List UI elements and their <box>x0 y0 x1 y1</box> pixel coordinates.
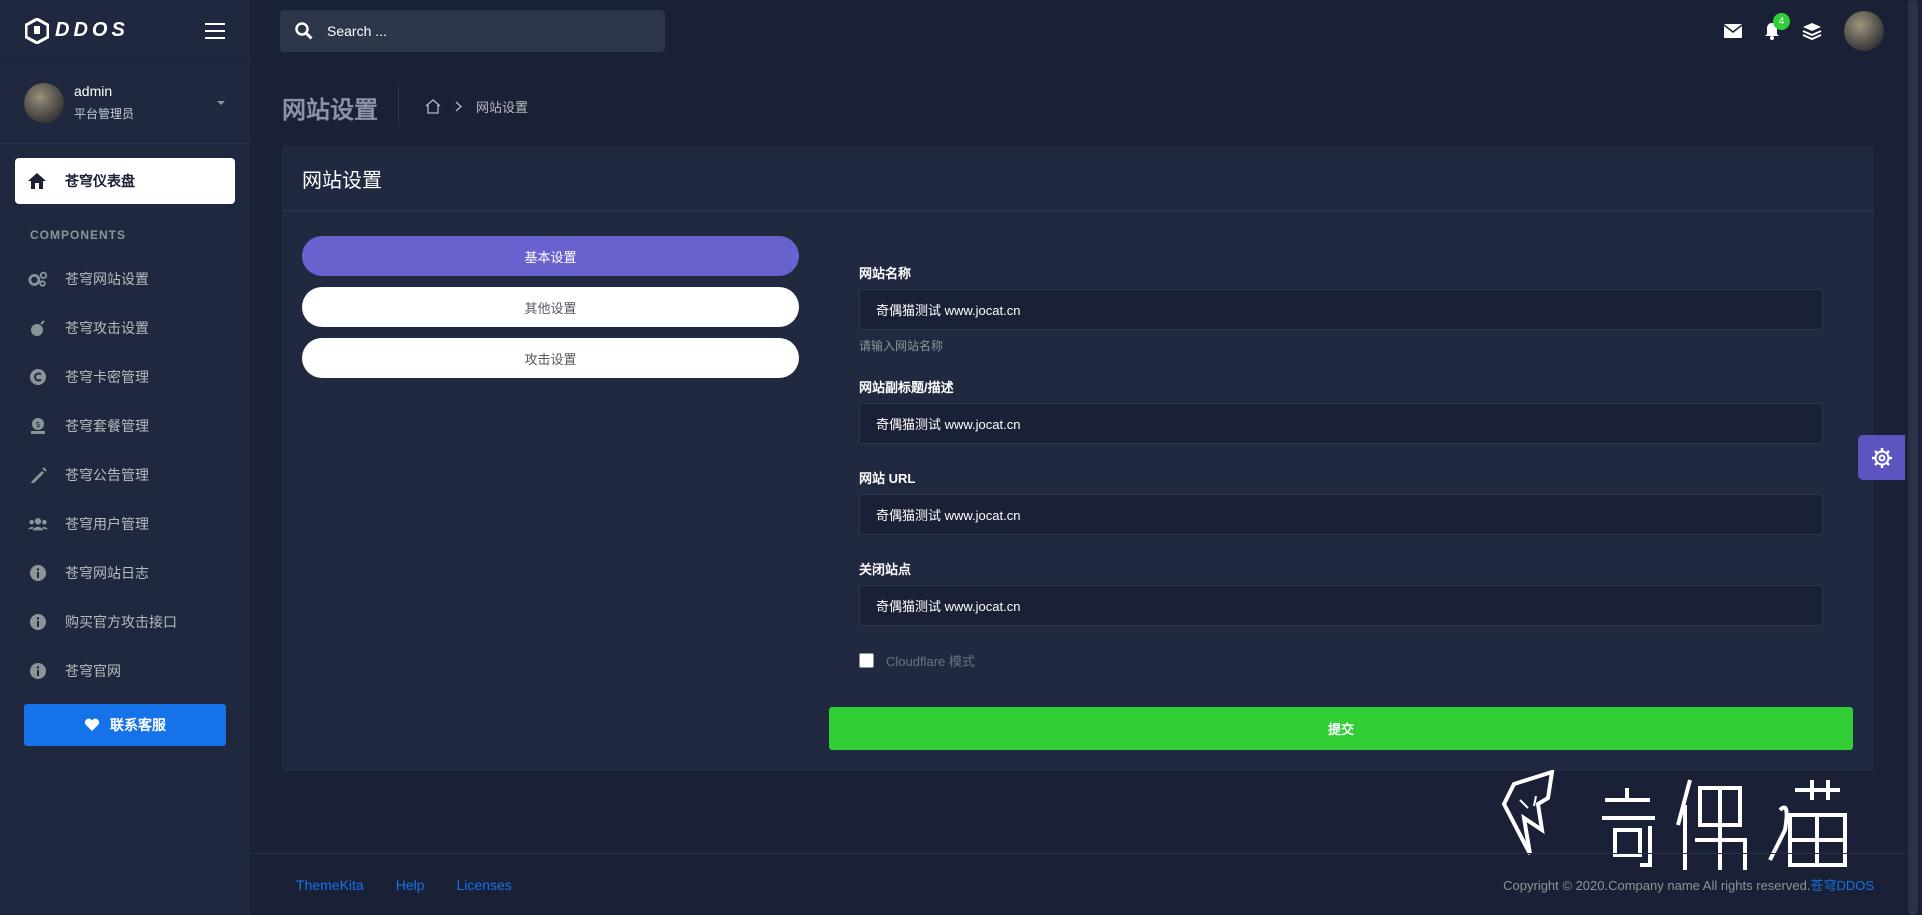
envelope-icon[interactable] <box>1724 24 1742 38</box>
sidebar-item-label: 苍穹网站设置 <box>65 270 149 287</box>
user-name: admin <box>74 83 113 99</box>
settings-card: 网站设置 基本设置 其他设置 攻击设置 网站名称 请输入网站名称 网站副标题/描… <box>282 146 1874 771</box>
settings-gear-icon[interactable] <box>1858 435 1905 480</box>
info-icon <box>28 613 48 631</box>
sidebar-item-label: 苍穹网站日志 <box>65 564 149 581</box>
copyright-label: Copyright © 2020.Company name All rights… <box>1503 878 1811 893</box>
close-site-input[interactable] <box>859 585 1823 626</box>
chevron-right-icon <box>455 101 462 112</box>
sidebar-item-label: 购买官方攻击接口 <box>65 613 177 630</box>
sidebar-item-users[interactable]: 苍穹用户管理 <box>0 499 250 548</box>
card-title: 网站设置 <box>282 146 1874 211</box>
logo-text: DDOS <box>55 19 129 41</box>
copyright-text: Copyright © 2020.Company name All rights… <box>1503 875 1874 894</box>
users-icon <box>28 516 48 532</box>
home-icon[interactable] <box>425 99 441 114</box>
hamburger-menu-icon[interactable] <box>205 22 225 39</box>
page-title: 网站设置 <box>282 97 378 124</box>
sidebar-item-label: 苍穹攻击设置 <box>65 319 149 336</box>
sidebar-item-label: 苍穹用户管理 <box>65 515 149 532</box>
breadcrumb-current: 网站设置 <box>476 100 529 115</box>
sidebar-item-buy-api[interactable]: 购买官方攻击接口 <box>0 597 250 646</box>
avatar[interactable] <box>1844 11 1884 51</box>
sidebar-item-label: 苍穹公告管理 <box>65 466 149 483</box>
info-icon <box>28 564 48 582</box>
cloudflare-mode-label: Cloudflare 模式 <box>886 654 975 669</box>
notification-badge: 4 <box>1773 13 1790 30</box>
layers-icon[interactable] <box>1802 22 1822 40</box>
bomb-icon <box>28 319 48 337</box>
submit-button[interactable]: 提交 <box>829 707 1853 750</box>
search-input[interactable]: Search ... <box>327 23 387 39</box>
site-subtitle-input[interactable] <box>859 403 1823 444</box>
close-site-label: 关闭站点 <box>859 562 912 577</box>
caret-down-icon[interactable] <box>216 100 226 106</box>
user-profile[interactable]: admin 平台管理员 <box>0 62 250 144</box>
sidebar-item-label: 苍穹官网 <box>65 662 121 679</box>
cloudflare-mode-checkbox[interactable] <box>859 653 874 668</box>
sidebar-item-dashboard[interactable]: 苍穹仪表盘 <box>15 158 235 204</box>
cogs-icon <box>28 270 48 288</box>
divider <box>398 86 399 126</box>
tab-other-settings[interactable]: 其他设置 <box>302 287 799 327</box>
sidebar-item-attack-settings[interactable]: 苍穹攻击设置 <box>0 303 250 352</box>
site-subtitle-label: 网站副标题/描述 <box>859 380 954 395</box>
sidebar-item-official-site[interactable]: 苍穹官网 <box>0 646 250 695</box>
scrollbar[interactable] <box>1905 0 1922 915</box>
copyright-icon <box>28 368 48 386</box>
home-icon <box>27 172 47 190</box>
heart-icon <box>84 718 100 732</box>
site-name-help: 请输入网站名称 <box>859 339 944 353</box>
svg-text:$: $ <box>35 420 40 429</box>
money-bag-icon: $ <box>28 417 48 435</box>
breadcrumb: 网站设置 <box>425 97 528 116</box>
sidebar-item-label: 苍穹套餐管理 <box>65 417 149 434</box>
search-icon[interactable] <box>295 22 313 40</box>
footer: ThemeKita Help Licenses Copyright © 2020… <box>250 853 1905 915</box>
sidebar-item-announcements[interactable]: 苍穹公告管理 <box>0 450 250 499</box>
footer-link-themekita[interactable]: ThemeKita <box>296 877 364 893</box>
sidebar-item-site-logs[interactable]: 苍穹网站日志 <box>0 548 250 597</box>
site-name-label: 网站名称 <box>859 266 912 281</box>
section-title: COMPONENTS <box>30 228 127 242</box>
avatar <box>24 82 64 123</box>
sidebar: DDOS admin 平台管理员 苍穹仪表盘 COMPONENTS 苍穹网站设置 <box>0 0 250 915</box>
sidebar-item-card-keys[interactable]: 苍穹卡密管理 <box>0 352 250 401</box>
contact-support-label: 联系客服 <box>110 717 166 733</box>
info-icon <box>28 662 48 680</box>
scrollbar-thumb[interactable] <box>1908 0 1918 915</box>
logo-bar: DDOS <box>0 0 250 62</box>
top-header: Search ... 4 <box>250 0 1922 62</box>
site-url-input[interactable] <box>859 494 1823 535</box>
sidebar-item-site-settings[interactable]: 苍穹网站设置 <box>0 254 250 303</box>
search-box[interactable]: Search ... <box>280 10 665 52</box>
pen-icon <box>28 466 48 484</box>
contact-support-button[interactable]: 联系客服 <box>24 704 226 746</box>
cloudflare-mode-row: Cloudflare 模式 <box>859 651 975 670</box>
tab-basic-settings[interactable]: 基本设置 <box>302 236 799 276</box>
site-url-label: 网站 URL <box>859 471 916 486</box>
footer-link-licenses[interactable]: Licenses <box>457 877 512 893</box>
sidebar-item-label: 苍穹卡密管理 <box>65 368 149 385</box>
footer-link-help[interactable]: Help <box>396 877 425 893</box>
sidebar-item-label: 苍穹仪表盘 <box>65 173 135 189</box>
sidebar-item-packages[interactable]: $ 苍穹套餐管理 <box>0 401 250 450</box>
bell-icon[interactable]: 4 <box>1764 13 1790 40</box>
logo-hex-icon <box>25 17 49 44</box>
site-name-input[interactable] <box>859 289 1823 330</box>
tab-attack-settings[interactable]: 攻击设置 <box>302 338 799 378</box>
user-role: 平台管理员 <box>74 107 135 121</box>
logo[interactable]: DDOS <box>25 17 129 44</box>
copyright-brand-link[interactable]: 苍穹DDOS <box>1810 878 1874 893</box>
